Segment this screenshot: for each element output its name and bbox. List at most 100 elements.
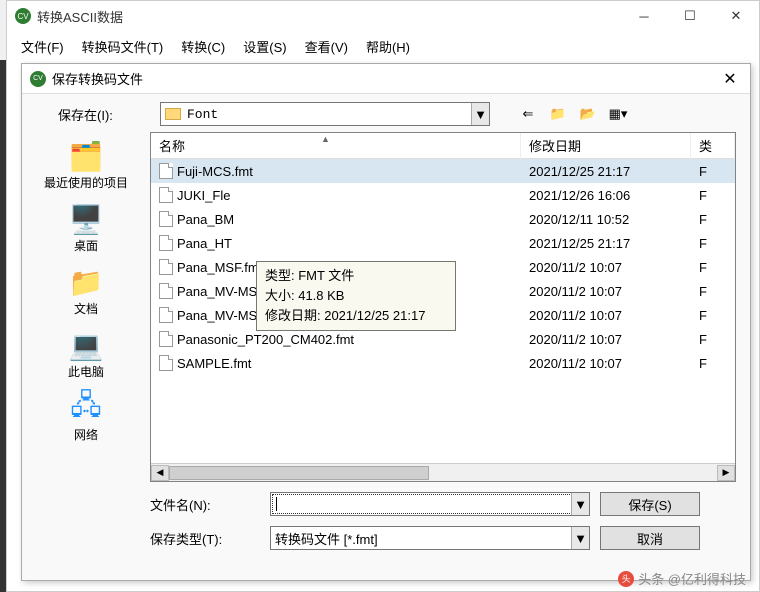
menu-view[interactable]: 查看(V) [301,35,352,58]
file-type: F [691,164,735,179]
savein-value: Font [187,107,485,122]
menu-settings[interactable]: 设置(S) [239,35,290,58]
new-folder-icon[interactable]: 📂 [578,104,598,124]
file-row[interactable]: Pana_HT 2021/12/25 21:17F [151,231,735,255]
header-type[interactable]: 类 [691,132,735,159]
filename-label: 文件名(N): [150,495,260,514]
horizontal-scrollbar[interactable]: ◀ ▶ [151,463,735,481]
computer-icon: 💻 [66,329,106,361]
filetype-label: 保存类型(T): [150,529,260,548]
place-documents[interactable]: 📁 文档 [22,262,150,321]
chevron-down-icon[interactable]: ▼ [571,527,589,549]
file-date: 2021/12/26 16:06 [521,188,691,203]
header-name[interactable]: 名称▲ [151,132,521,159]
dialog-icon: CV [30,71,46,87]
file-row[interactable]: Pana_BM 2020/12/11 10:52F [151,207,735,231]
file-date: 2020/11/2 10:07 [521,308,691,323]
minimize-button[interactable]: ─ [621,1,667,31]
recent-icon: 🗂️ [66,140,106,172]
tooltip-type: 类型: FMT 文件 [265,266,447,286]
file-date: 2021/12/25 21:17 [521,236,691,251]
list-header: 名称▲ 修改日期 类 [151,133,735,159]
file-name: JUKI_Fle [177,188,230,203]
file-type: F [691,356,735,371]
tooltip-size: 大小: 41.8 KB [265,286,447,306]
file-icon [159,355,173,371]
maximize-button[interactable]: ☐ [667,1,713,31]
filetype-combo[interactable]: 转换码文件 [*.fmt] ▼ [270,526,590,550]
scroll-right-icon[interactable]: ▶ [717,465,735,481]
file-date: 2020/11/2 10:07 [521,332,691,347]
chevron-down-icon[interactable]: ▼ [571,493,589,515]
back-icon[interactable]: ⇐ [518,104,538,124]
main-title: 转换ASCII数据 [37,7,621,26]
file-name: Panasonic_PT200_CM402.fmt [177,332,354,347]
file-icon [159,163,173,179]
save-button[interactable]: 保存(S) [600,492,700,516]
file-type: F [691,260,735,275]
file-name: Pana_HT [177,236,232,251]
place-network[interactable]: 🖧 网络 [22,388,150,447]
file-icon [159,187,173,203]
savein-label: 保存在(I): [58,105,152,124]
file-tooltip: 类型: FMT 文件 大小: 41.8 KB 修改日期: 2021/12/25 … [256,261,456,331]
menu-convertfile[interactable]: 转换码文件(T) [78,35,168,58]
file-type: F [691,212,735,227]
dialog-titlebar: CV 保存转换码文件 ✕ [22,64,750,94]
file-type: F [691,236,735,251]
file-name: SAMPLE.fmt [177,356,251,371]
menu-file[interactable]: 文件(F) [17,35,68,58]
place-recent[interactable]: 🗂️ 最近使用的项目 [22,136,150,195]
file-type: F [691,332,735,347]
cancel-button[interactable]: 取消 [600,526,700,550]
dialog-close-button[interactable]: ✕ [710,65,750,93]
documents-icon: 📁 [66,266,106,298]
file-icon [159,259,173,275]
network-icon: 🖧 [66,392,106,424]
place-desktop[interactable]: 🖥️ 桌面 [22,199,150,258]
file-date: 2021/12/25 21:17 [521,164,691,179]
close-button[interactable]: ✕ [713,1,759,31]
scroll-left-icon[interactable]: ◀ [151,465,169,481]
app-icon: CV [15,8,31,24]
file-date: 2020/12/11 10:52 [521,212,691,227]
file-date: 2020/11/2 10:07 [521,284,691,299]
up-folder-icon[interactable]: 📁 [548,104,568,124]
places-bar: 🗂️ 最近使用的项目 🖥️ 桌面 📁 文档 💻 此电脑 🖧 网络 [22,132,150,482]
scroll-thumb[interactable] [169,466,429,480]
file-row[interactable]: Fuji-MCS.fmt 2021/12/25 21:17F [151,159,735,183]
desktop-icon: 🖥️ [66,203,106,235]
tooltip-date: 修改日期: 2021/12/25 21:17 [265,306,447,326]
file-type: F [691,284,735,299]
menu-help[interactable]: 帮助(H) [362,35,414,58]
file-type: F [691,308,735,323]
place-computer[interactable]: 💻 此电脑 [22,325,150,384]
file-row[interactable]: SAMPLE.fmt 2020/11/2 10:07F [151,351,735,375]
file-icon [159,283,173,299]
file-date: 2020/11/2 10:07 [521,260,691,275]
file-icon [159,235,173,251]
menu-convert[interactable]: 转换(C) [177,35,229,58]
file-icon [159,307,173,323]
filename-input[interactable]: ▼ [270,492,590,516]
save-dialog: CV 保存转换码文件 ✕ 保存在(I): Font ▼ ⇐ 📁 📂 ▦▾ 🗂️ … [21,63,751,581]
views-icon[interactable]: ▦▾ [608,104,628,124]
savein-combo[interactable]: Font ▼ [160,102,490,126]
file-name: Fuji-MCS.fmt [177,164,253,179]
sort-indicator-icon: ▲ [321,134,330,144]
chevron-down-icon[interactable]: ▼ [471,103,489,125]
header-date[interactable]: 修改日期 [521,132,691,159]
folder-icon [165,108,181,120]
file-name: Pana_BM [177,212,234,227]
watermark: 头 头条 @亿利得科技 [618,569,746,588]
file-date: 2020/11/2 10:07 [521,356,691,371]
main-titlebar: CV 转换ASCII数据 ─ ☐ ✕ [7,1,759,31]
menubar: 文件(F) 转换码文件(T) 转换(C) 设置(S) 查看(V) 帮助(H) [7,31,759,62]
file-row[interactable]: JUKI_Fle 2021/12/26 16:06F [151,183,735,207]
watermark-icon: 头 [618,571,634,587]
file-type: F [691,188,735,203]
file-icon [159,211,173,227]
scroll-track[interactable] [169,465,717,481]
caret [276,497,277,511]
file-icon [159,331,173,347]
